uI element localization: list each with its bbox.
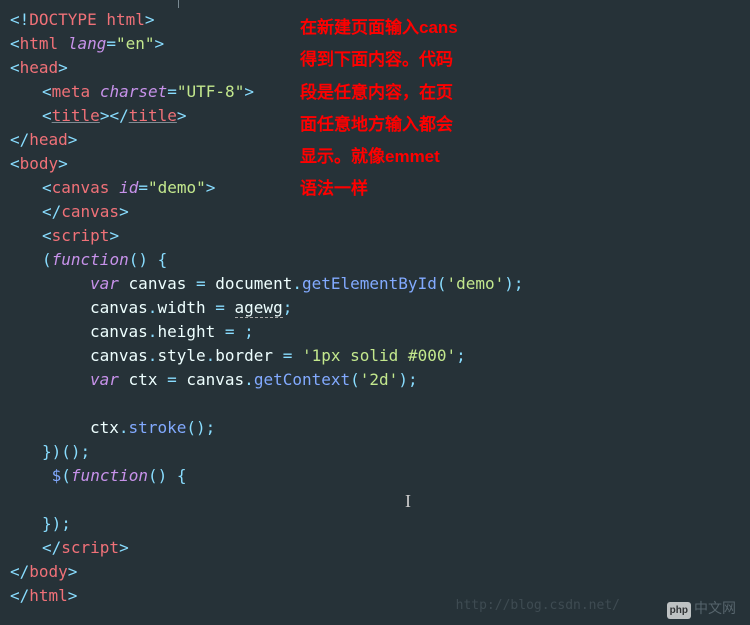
watermark-url: http://blog.csdn.net/ — [456, 596, 620, 616]
code-line: </html> — [10, 584, 740, 608]
watermark-logo: php中文网 — [667, 598, 736, 619]
code-line: canvas.height = ; — [10, 320, 740, 344]
annotation-line: 段是任意内容，在页 — [300, 77, 458, 109]
ruler-mark — [178, 0, 179, 8]
code-line: })(); — [10, 440, 740, 464]
code-line: var canvas = document.getElementById('de… — [10, 272, 740, 296]
code-line: <script> — [10, 224, 740, 248]
text-cursor-icon: I — [405, 488, 411, 515]
code-line — [10, 392, 740, 416]
logo-text: 中文网 — [694, 600, 736, 616]
annotation-line: 语法一样 — [300, 173, 458, 205]
annotation-line: 得到下面内容。代码 — [300, 44, 458, 76]
code-line: </script> — [10, 536, 740, 560]
annotation-line: 面任意地方输入都会 — [300, 109, 458, 141]
annotation-overlay: 在新建页面输入cans 得到下面内容。代码 段是任意内容，在页 面任意地方输入都… — [300, 12, 458, 206]
annotation-line: 显示。就像emmet — [300, 141, 458, 173]
annotation-line: 在新建页面输入cans — [300, 12, 458, 44]
code-line: canvas.style.border = '1px solid #000'; — [10, 344, 740, 368]
logo-badge: php — [667, 602, 691, 619]
code-line: (function() { — [10, 248, 740, 272]
code-line: $(function() { — [10, 464, 740, 488]
code-line: var ctx = canvas.getContext('2d'); — [10, 368, 740, 392]
code-line: ctx.stroke(); — [10, 416, 740, 440]
code-line: </body> — [10, 560, 740, 584]
code-line: canvas.width = agewg; — [10, 296, 740, 320]
code-line: }); — [10, 512, 740, 536]
code-line — [10, 488, 740, 512]
